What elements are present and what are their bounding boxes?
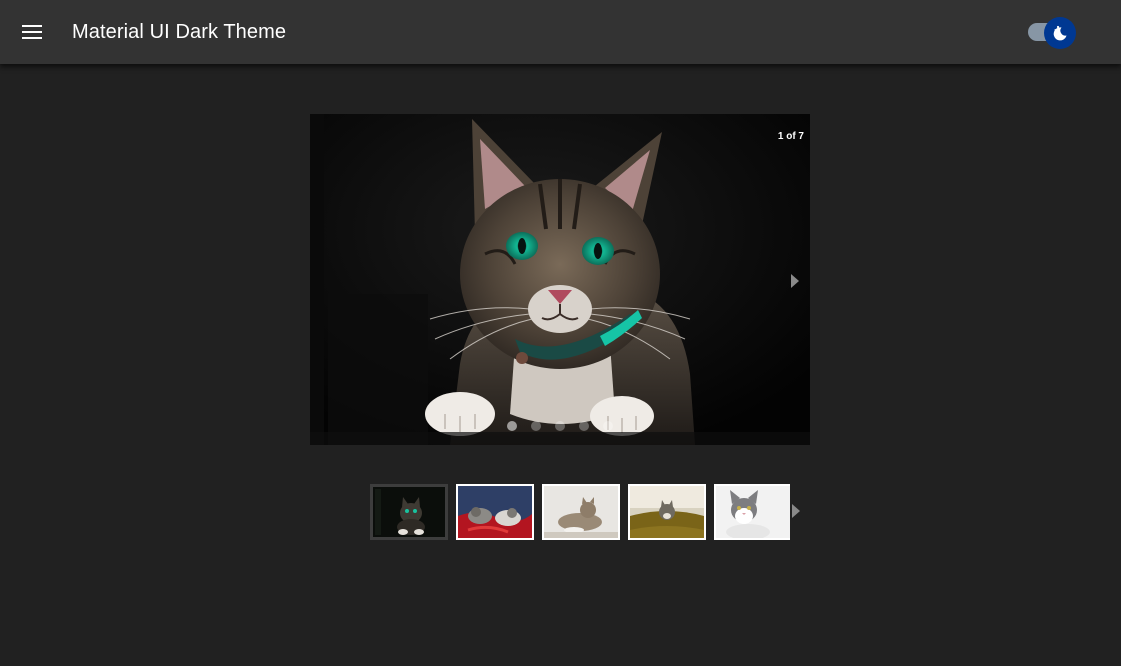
slide-dots [310,421,810,431]
cat-photo [310,114,810,445]
slide-dot[interactable] [555,421,565,431]
next-slide-button[interactable] [788,272,802,290]
switch-thumb[interactable] [1044,17,1076,49]
chevron-right-icon [792,504,800,518]
chevron-right-icon [791,274,799,288]
slide-dot[interactable] [531,421,541,431]
thumbnails-next-button[interactable] [790,502,802,520]
thumbnail-strip [370,484,790,540]
thumb-cats-red-blanket[interactable] [456,484,534,540]
slide-dot[interactable] [579,421,589,431]
hamburger-menu-icon [22,25,42,39]
thumb-cat-peeking[interactable] [628,484,706,540]
slide-counter: 1 of 7 [777,131,804,142]
menu-button[interactable] [12,12,52,52]
image-carousel: 1 of 7 [310,114,810,445]
app-title: Material UI Dark Theme [72,21,287,43]
moon-icon [1053,25,1067,41]
thumb-cat-lying[interactable] [542,484,620,540]
thumb-cat-dark[interactable] [370,484,448,540]
dark-mode-toggle[interactable] [1026,17,1076,49]
slide-dot[interactable] [603,421,613,431]
thumb-cat-white-grey[interactable] [714,484,790,540]
slide-dot[interactable] [507,421,517,431]
app-bar: Material UI Dark Theme [0,0,1121,64]
